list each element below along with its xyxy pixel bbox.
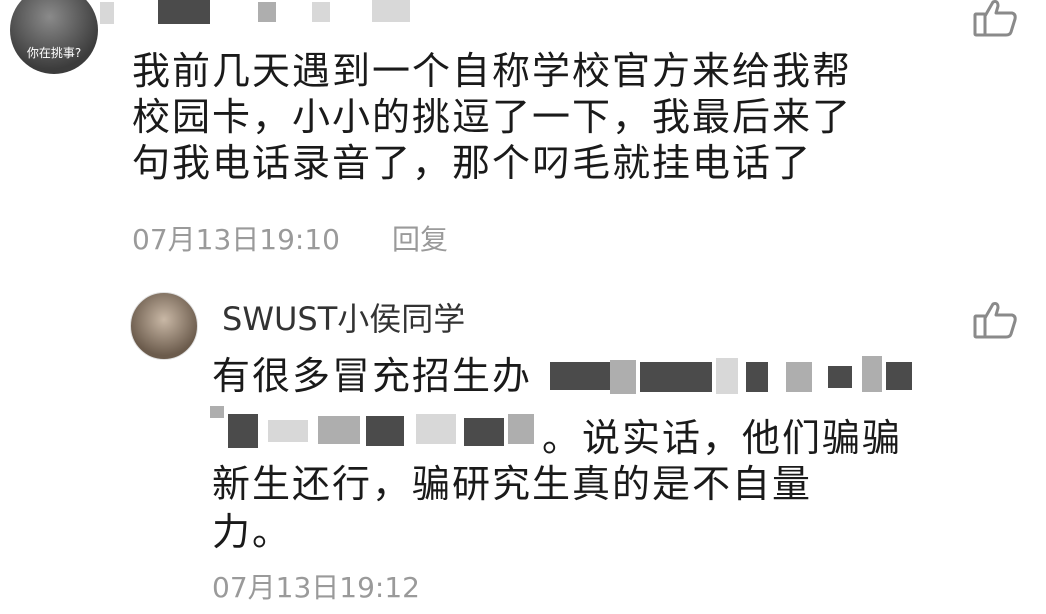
reply-button[interactable]: 回复 bbox=[392, 218, 448, 258]
reply-like-button[interactable] bbox=[972, 300, 1018, 340]
comment-timestamp: 07月13日19:10 bbox=[132, 223, 340, 256]
thumbs-up-icon bbox=[973, 0, 1017, 37]
comment-line: 我前几天遇到一个自称学校官方来给我帮 bbox=[132, 49, 853, 93]
comment-line: 句我电话录音了，那个叼毛就挂电话了 bbox=[132, 141, 813, 185]
reply-line: 力。 bbox=[212, 510, 293, 554]
like-button[interactable] bbox=[972, 0, 1018, 38]
reply-timestamp: 07月13日19:12 bbox=[212, 571, 420, 604]
comment-line: 校园卡，小小的挑逗了一下，我最后来了 bbox=[132, 95, 853, 139]
redacted-username bbox=[100, 0, 420, 28]
replier-avatar[interactable] bbox=[130, 292, 198, 360]
commenter-avatar[interactable]: 你在挑事? bbox=[10, 0, 98, 74]
reply-username[interactable]: SWUST小侯同学 bbox=[222, 294, 465, 340]
thumbs-up-icon bbox=[973, 302, 1017, 339]
redacted-text bbox=[210, 352, 930, 462]
comment-body: 我前几天遇到一个自称学校官方来给我帮 校园卡，小小的挑逗了一下，我最后来了 句我… bbox=[132, 48, 952, 186]
avatar-caption: 你在挑事? bbox=[26, 46, 82, 60]
reply-line: 新生还行，骗研究生真的是不自量 bbox=[212, 462, 813, 506]
